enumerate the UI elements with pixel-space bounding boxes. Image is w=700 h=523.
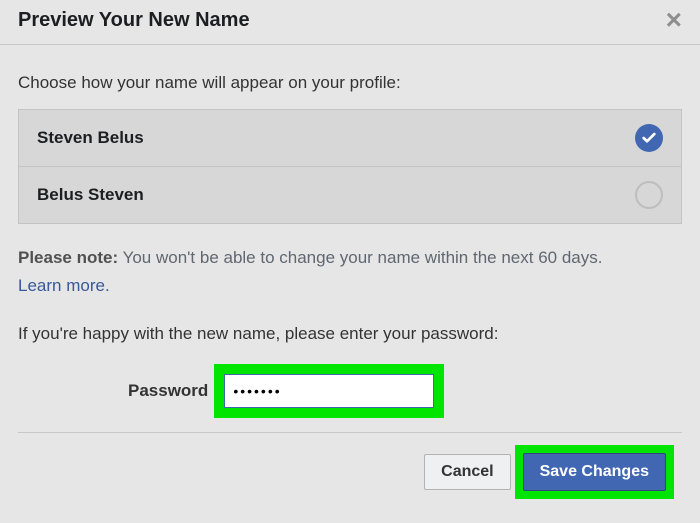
save-changes-button[interactable]: Save Changes	[523, 453, 666, 491]
password-prompt: If you're happy with the new name, pleas…	[18, 324, 682, 344]
dialog-footer: Cancel Save Changes	[18, 433, 682, 499]
note-label: Please note:	[18, 248, 118, 267]
dialog-header: Preview Your New Name ×	[0, 0, 700, 45]
password-input[interactable]	[224, 374, 434, 408]
learn-more-link[interactable]: Learn more.	[18, 274, 110, 298]
cancel-button[interactable]: Cancel	[424, 454, 510, 490]
password-row: Password	[18, 364, 682, 418]
name-option-1[interactable]: Belus Steven	[19, 166, 681, 223]
dialog-content: Choose how your name will appear on your…	[0, 45, 700, 499]
dialog-title: Preview Your New Name	[18, 9, 250, 32]
name-option-0[interactable]: Steven Belus	[19, 110, 681, 166]
instruction-text: Choose how your name will appear on your…	[18, 73, 682, 93]
note-section: Please note: You won't be able to change…	[18, 246, 682, 298]
password-label: Password	[128, 381, 208, 401]
name-option-label: Steven Belus	[37, 128, 144, 148]
highlight-annotation	[214, 364, 444, 418]
name-option-label: Belus Steven	[37, 185, 144, 205]
name-options-list: Steven Belus Belus Steven	[18, 109, 682, 224]
check-icon	[635, 124, 663, 152]
note-text: You won't be able to change your name wi…	[118, 248, 602, 267]
highlight-annotation: Save Changes	[515, 445, 674, 499]
close-icon[interactable]: ×	[666, 6, 682, 34]
radio-unselected-icon	[635, 181, 663, 209]
